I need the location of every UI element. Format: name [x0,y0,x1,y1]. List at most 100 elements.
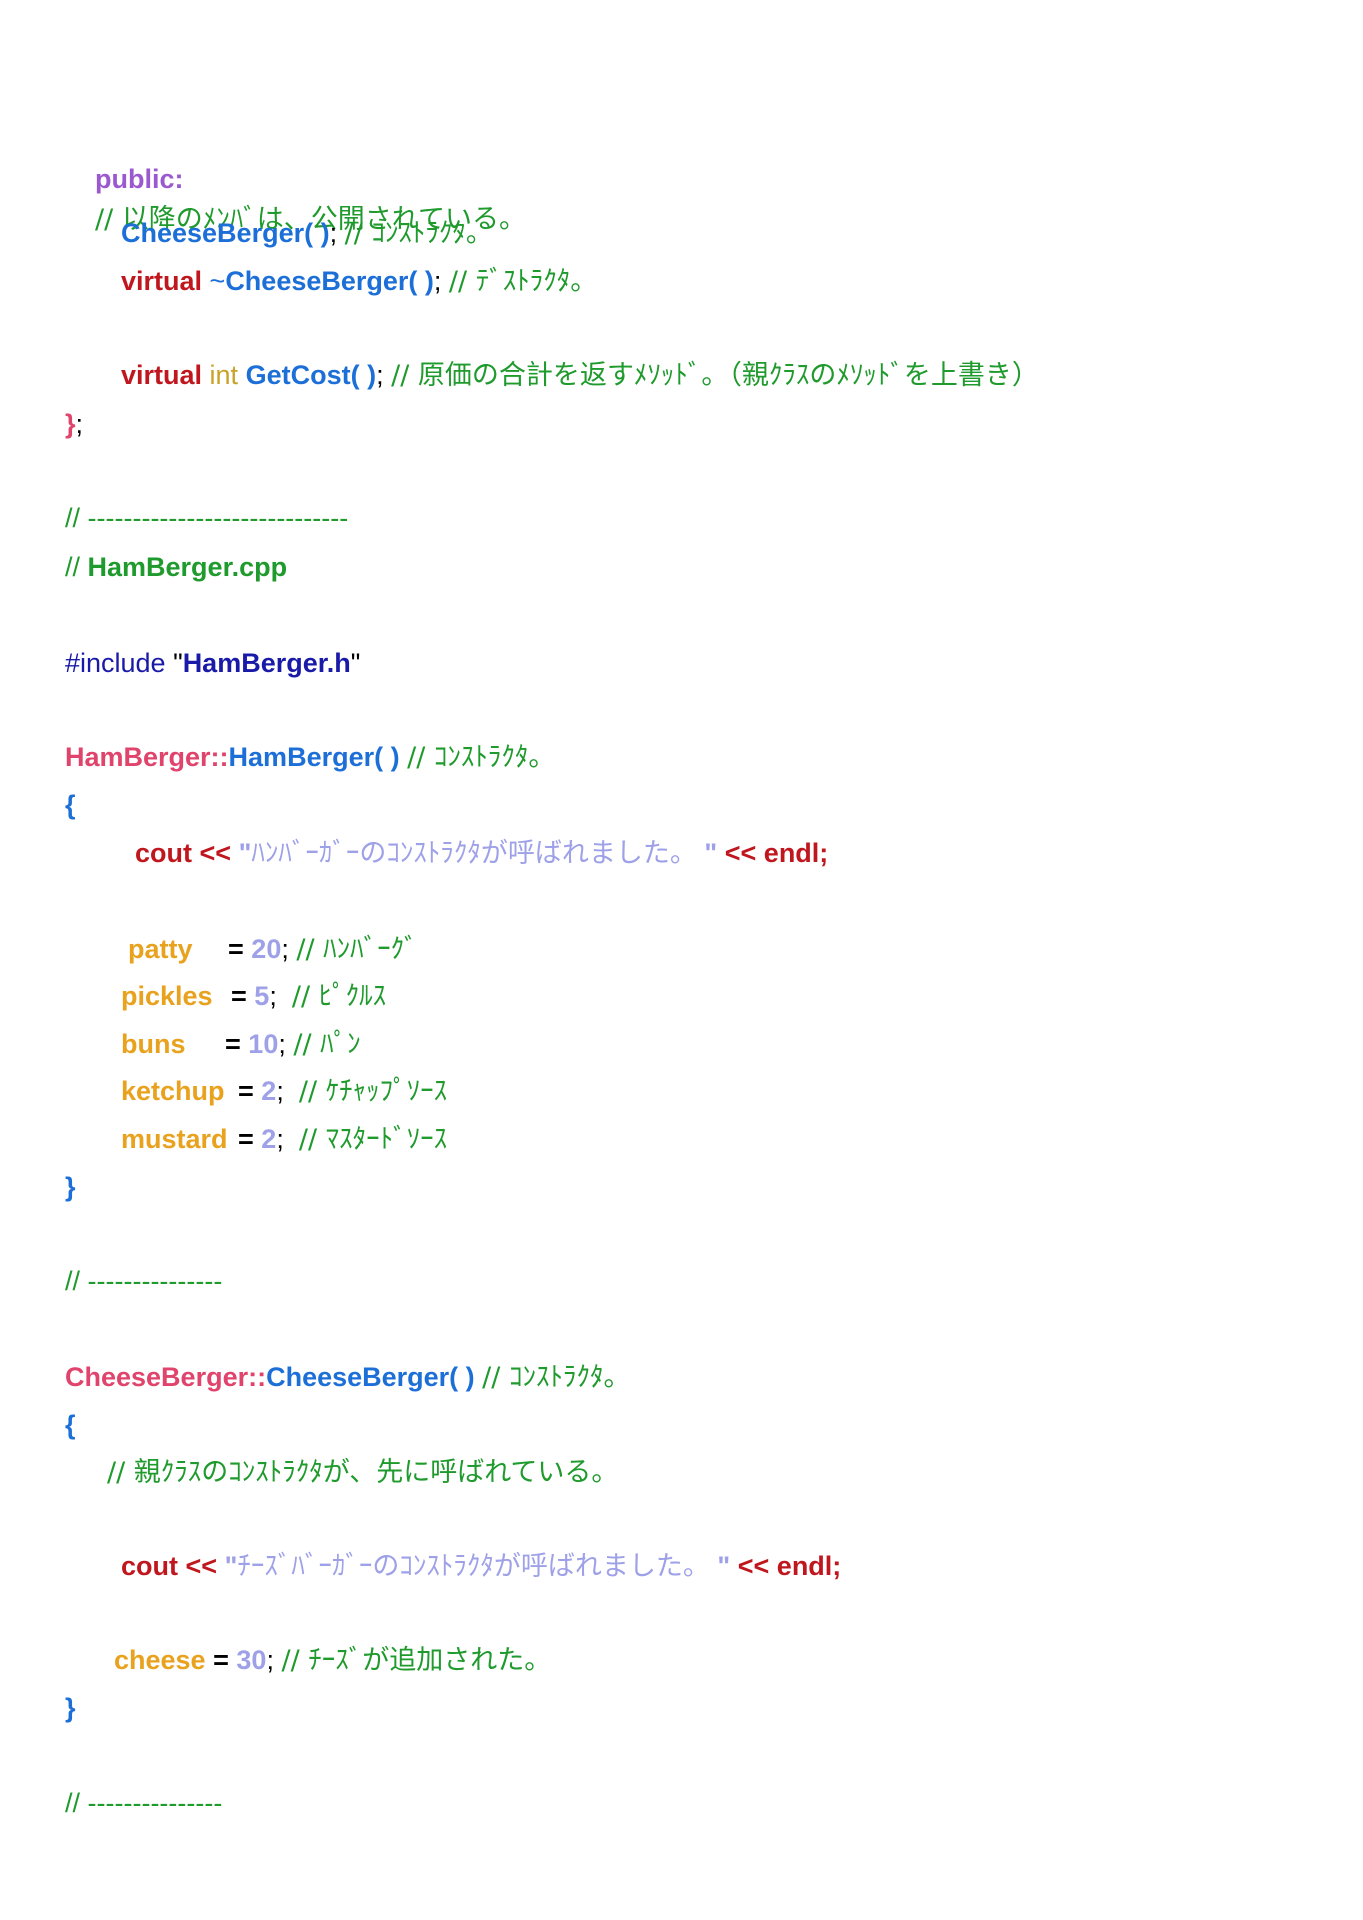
field-name: cheese [114,1645,206,1675]
semicolon: ; [276,1076,284,1106]
constructor-name: HamBerger( ) [228,742,400,772]
destructor-name: CheeseBerger( ) [225,266,434,296]
constructor-name: CheeseBerger( ) [266,1362,475,1392]
comment: // ﾁｰｽﾞが追加された。 [281,1645,552,1676]
code-line-hamberger-ctor: HamBerger::HamBerger( ) // ｺﾝｽﾄﾗｸﾀ。 [65,737,555,777]
code-line-field-mustard: mustard = 2; // ﾏｽﾀｰﾄﾞｿｰｽ [121,1119,447,1159]
closing-brace: } [65,1172,76,1202]
semicolon: ; [278,1029,286,1059]
comment: // 原価の合計を返すﾒｿｯﾄﾞ。（親ｸﾗｽのﾒｿｯﾄﾞを上書き） [391,360,1039,391]
field-value: 2 [261,1124,277,1154]
quote: " [173,648,183,678]
field-name: buns [121,1029,186,1059]
quote: " [224,1551,238,1581]
comment: // ｺﾝｽﾄﾗｸﾀ。 [482,1362,631,1393]
field-name: patty [128,934,193,964]
stream-operator: << [185,1551,218,1581]
cout: cout [135,838,192,868]
code-line-open-brace: { [65,785,76,825]
code-line-separator: // --------------- [65,1783,222,1823]
field-value: 2 [261,1076,277,1106]
code-line-field-ketchup: ketchup = 2; // ｹﾁｬｯﾌﾟｿｰｽ [121,1071,447,1111]
field-value: 10 [248,1029,279,1059]
comment: // ﾋﾟｸﾙｽ [291,981,387,1012]
method-name: GetCost( ) [245,360,377,390]
tilde: ~ [202,266,226,296]
string-literal: ﾊﾝﾊﾞｰｶﾞｰのｺﾝｽﾄﾗｸﾀが呼ばれました。 [251,838,697,869]
cout: cout [121,1551,178,1581]
code-line-getcost-decl: virtual int GetCost( ); // 原価の合計を返すﾒｿｯﾄﾞ… [121,355,1039,395]
comment-slashes: // [65,552,88,582]
code-line-separator: // ----------------------------- [65,498,348,538]
stream-operator: << [724,838,757,868]
stream-operator: << [737,1551,770,1581]
field-value: 5 [254,981,270,1011]
field-value: 20 [251,934,282,964]
code-line-include: #include "HamBerger.h" [65,643,360,683]
code-line-cout: cout << "ﾁｰｽﾞﾊﾞｰｶﾞｰのｺﾝｽﾄﾗｸﾀが呼ばれました。 " <<… [121,1546,841,1586]
comment: // ｺﾝｽﾄﾗｸﾀ。 [344,218,493,249]
semicolon: ; [269,981,277,1011]
comment: // ﾃﾞｽﾄﾗｸﾀ。 [448,266,598,297]
include-directive: #include [65,648,174,678]
assign-operator: = [238,1076,254,1106]
semicolon: ; [329,218,338,248]
constructor-name: CheeseBerger( ) [121,218,330,248]
field-name: mustard [121,1124,228,1154]
comment: // 親ｸﾗｽのｺﾝｽﾄﾗｸﾀが、先に呼ばれている。 [107,1457,619,1488]
closing-brace: } [65,409,76,439]
keyword-virtual: virtual [121,360,203,390]
stream-operator: << [199,838,232,868]
code-line-comment: // 親ｸﾗｽのｺﾝｽﾄﾗｸﾀが、先に呼ばれている。 [107,1452,618,1492]
semicolon: ; [433,266,442,296]
code-line-field-buns: buns = 10; // ﾊﾟﾝ [121,1024,361,1064]
comment: // ｹﾁｬｯﾌﾟｿｰｽ [298,1076,448,1107]
string-literal: ﾁｰｽﾞﾊﾞｰｶﾞｰのｺﾝｽﾄﾗｸﾀが呼ばれました。 [237,1551,710,1582]
include-file: HamBerger.h [182,648,351,678]
opening-brace: { [65,1410,76,1440]
assign-operator: = [238,1124,254,1154]
endl: endl; [763,838,829,868]
assign-operator: = [225,1029,241,1059]
code-line-field-patty: patty = 20; // ﾊﾝﾊﾞｰｸﾞ [128,929,418,969]
assign-operator: = [228,934,244,964]
semicolon: ; [281,934,289,964]
code-line-close-brace: } [65,1688,76,1728]
comment: // ｺﾝｽﾄﾗｸﾀ。 [407,742,556,773]
semicolon: ; [376,360,384,390]
semicolon: ; [75,409,84,439]
semicolon: ; [276,1124,284,1154]
code-line-field-cheese: cheese = 30; // ﾁｰｽﾞが追加された。 [114,1640,551,1680]
separator-comment: // --------------- [65,1788,223,1818]
field-value: 30 [236,1645,267,1675]
opening-brace: { [65,790,76,820]
code-line-filename: // HamBerger.cpp [65,547,287,587]
code-line-constructor-decl: CheeseBerger( ); // ｺﾝｽﾄﾗｸﾀ。 [121,213,493,253]
quote: " [717,1551,731,1581]
code-line-cout: cout << "ﾊﾝﾊﾞｰｶﾞｰのｺﾝｽﾄﾗｸﾀが呼ばれました。 " << e… [135,833,828,873]
code-line-field-pickles: pickles = 5; // ﾋﾟｸﾙｽ [121,976,386,1016]
semicolon: ; [266,1645,274,1675]
code-line-destructor-decl: virtual ~CheeseBerger( ); // ﾃﾞｽﾄﾗｸﾀ。 [121,261,597,301]
comment: // ﾏｽﾀｰﾄﾞｿｰｽ [298,1124,448,1155]
code-line-close-brace: } [65,1167,76,1207]
type-int: int [209,360,239,390]
code-line-open-brace: { [65,1405,76,1445]
class-scope: CheeseBerger:: [65,1362,267,1392]
assign-operator: = [231,981,247,1011]
quote: " [238,838,252,868]
assign-operator: = [213,1645,229,1675]
code-line-cheeseberger-ctor: CheeseBerger::CheeseBerger( ) // ｺﾝｽﾄﾗｸﾀ… [65,1357,630,1397]
field-name: ketchup [121,1076,225,1106]
code-line-class-end: }; [65,404,83,444]
code-line-separator: // --------------- [65,1261,222,1301]
separator-comment: // --------------- [65,1266,223,1296]
keyword-virtual: virtual [121,266,203,296]
code-document: public: // 以降のﾒﾝﾊﾞは、公開されている。 CheeseBerge… [0,0,1363,1920]
quote: " [704,838,718,868]
separator-comment: // ----------------------------- [65,503,349,533]
code-line-public: public: // 以降のﾒﾝﾊﾞは、公開されている。 [65,119,526,235]
quote: " [350,648,361,678]
file-name: HamBerger.cpp [87,552,288,582]
field-name: pickles [121,981,213,1011]
